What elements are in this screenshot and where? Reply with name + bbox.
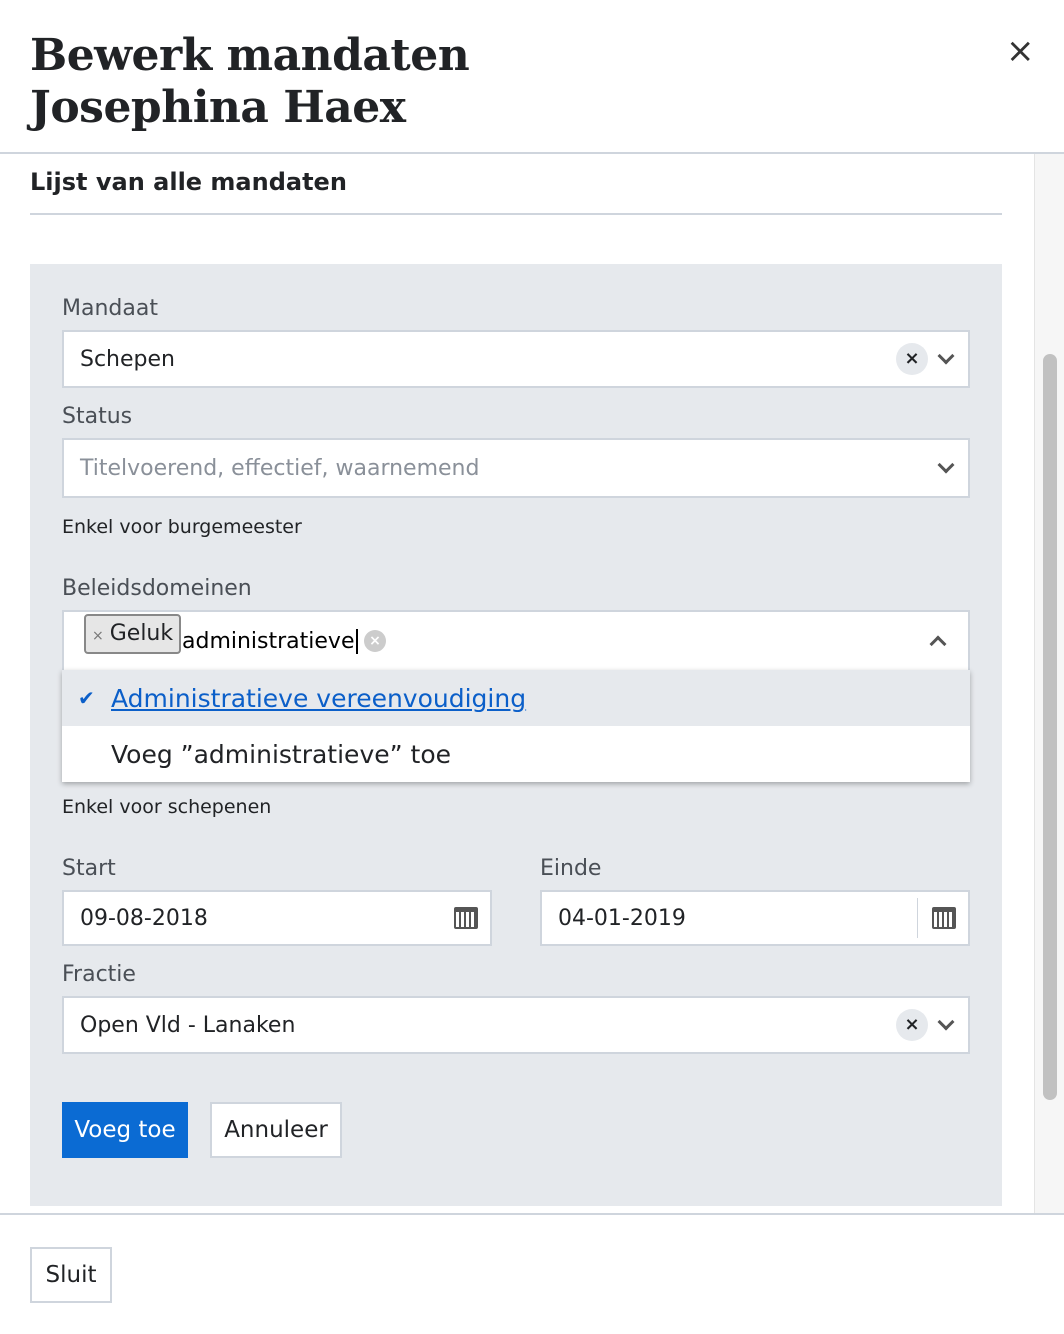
- divider: [917, 898, 918, 938]
- divider: [30, 213, 1002, 215]
- title-line-2: Josephina Haex: [30, 82, 406, 133]
- beleidsdomeinen-label: Beleidsdomeinen: [62, 576, 252, 601]
- calendar-icon[interactable]: [932, 907, 956, 929]
- tag-geluk: × Geluk: [84, 614, 182, 654]
- start-value: 09-08-2018: [80, 905, 208, 931]
- cancel-button[interactable]: Annuleer: [210, 1102, 342, 1158]
- section-title: Lijst van alle mandaten: [30, 168, 347, 196]
- page-title: Bewerk mandaten Josephina Haex: [30, 30, 470, 134]
- option-administratieve-vereenvoudiging[interactable]: ✔ Administratieve vereenvoudiging: [62, 670, 970, 726]
- end-date-input[interactable]: 04-01-2019: [540, 890, 970, 946]
- calendar-icon[interactable]: [454, 907, 478, 929]
- start-label: Start: [62, 856, 116, 881]
- fractie-label: Fractie: [62, 962, 136, 987]
- einde-label: Einde: [540, 856, 602, 881]
- option-label: Administratieve vereenvoudiging: [111, 683, 527, 713]
- search-input[interactable]: administratieve: [182, 628, 358, 654]
- modal-body: Lijst van alle mandaten Mandaat Schepen …: [0, 154, 1064, 1213]
- add-button[interactable]: Voeg toe: [62, 1102, 188, 1158]
- status-label: Status: [62, 404, 133, 429]
- remove-tag-icon[interactable]: ×: [92, 628, 104, 644]
- clear-icon[interactable]: ×: [896, 343, 928, 375]
- modal-footer: Sluit: [0, 1213, 1064, 1334]
- scrollbar[interactable]: [1034, 154, 1064, 1213]
- modal-header: Bewerk mandaten Josephina Haex ×: [0, 0, 1064, 154]
- title-line-1: Bewerk mandaten: [30, 30, 470, 81]
- fractie-select[interactable]: Open Vld - Lanaken ×: [62, 996, 970, 1054]
- clear-icon[interactable]: ×: [896, 1009, 928, 1041]
- status-hint: Enkel voor burgemeester: [62, 516, 302, 538]
- dropdown-menu: ✔ Administratieve vereenvoudiging Voeg ”a…: [62, 670, 970, 782]
- chevron-down-icon[interactable]: [937, 1013, 955, 1031]
- check-icon: ✔: [78, 686, 95, 710]
- mandate-form: Mandaat Schepen × Status Titelvoerend, e…: [30, 264, 1002, 1206]
- close-icon[interactable]: ×: [1006, 34, 1035, 68]
- beleidsdomeinen-select[interactable]: × Geluk administratieve ×: [62, 610, 970, 672]
- beleidsdomeinen-hint: Enkel voor schepenen: [62, 796, 272, 818]
- status-select[interactable]: Titelvoerend, effectief, waarnemend: [62, 438, 970, 498]
- fractie-value: Open Vld - Lanaken: [80, 1012, 296, 1038]
- mandaat-select[interactable]: Schepen ×: [62, 330, 970, 388]
- scrollbar-thumb[interactable]: [1043, 354, 1057, 1100]
- option-label: Voeg ”administratieve” toe: [111, 739, 451, 769]
- tag-label: Geluk: [109, 621, 174, 646]
- chevron-down-icon[interactable]: [937, 456, 955, 474]
- close-button[interactable]: Sluit: [30, 1247, 112, 1303]
- option-add-new[interactable]: Voeg ”administratieve” toe: [62, 726, 970, 782]
- clear-search-icon[interactable]: ×: [364, 630, 386, 652]
- einde-value: 04-01-2019: [558, 905, 686, 931]
- mandaat-label: Mandaat: [62, 296, 158, 321]
- status-placeholder: Titelvoerend, effectief, waarnemend: [80, 455, 480, 481]
- chevron-up-icon[interactable]: [929, 635, 947, 653]
- chevron-down-icon[interactable]: [937, 347, 955, 365]
- mandaat-value: Schepen: [80, 346, 175, 372]
- start-date-input[interactable]: 09-08-2018: [62, 890, 492, 946]
